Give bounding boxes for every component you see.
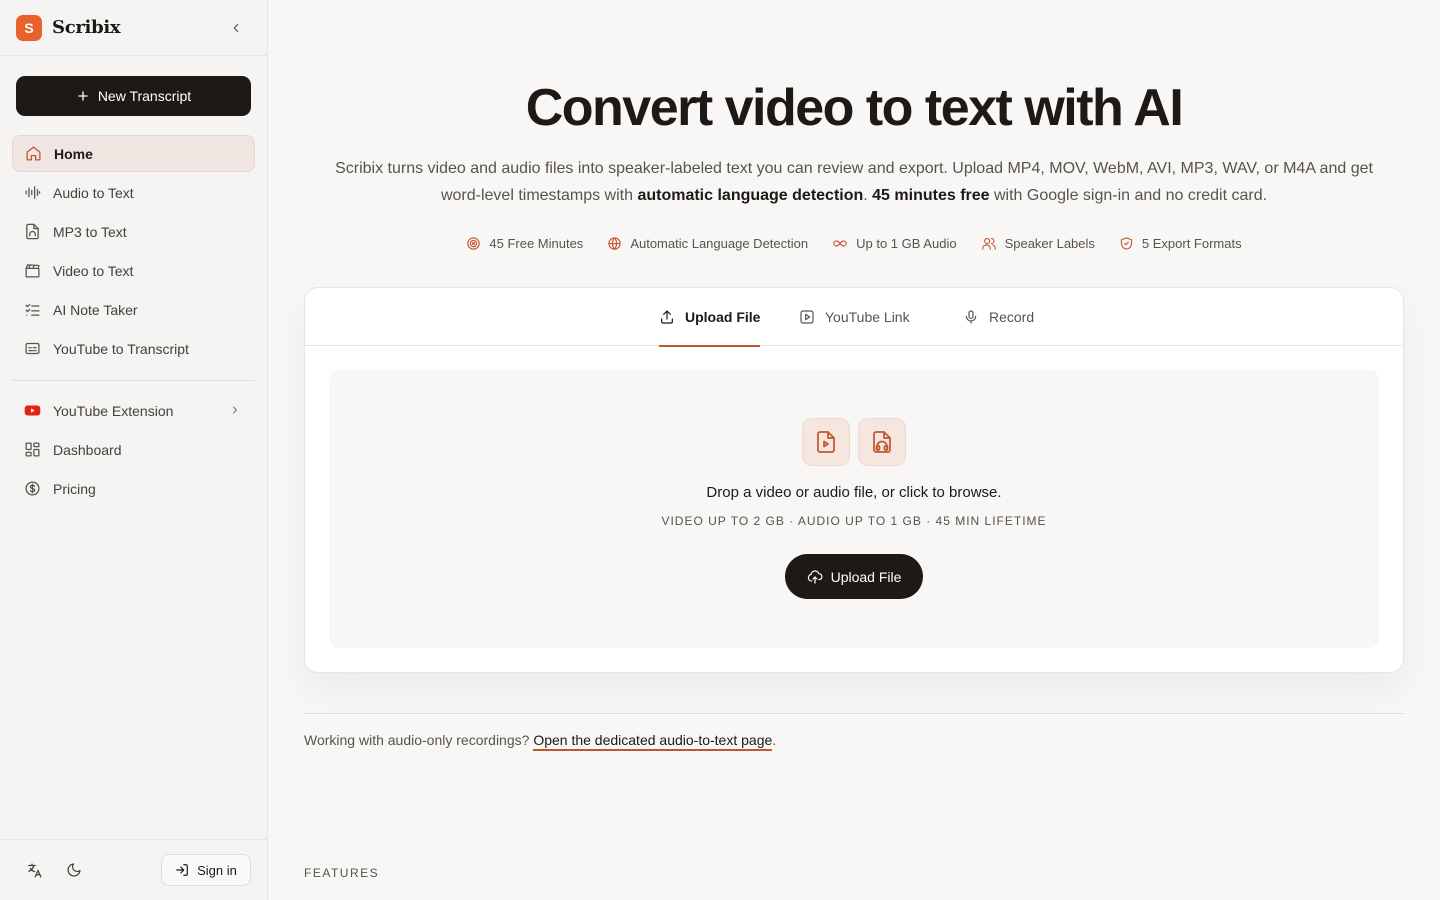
sidebar: S Scribix New Transcript Home Audio to T… [0,0,268,900]
nav-divider [12,380,255,381]
users-icon [981,237,996,250]
home-icon [25,145,42,162]
sidebar-item-label: YouTube Extension [53,402,174,419]
video-file-icon [802,418,850,466]
upload-file-button[interactable]: Upload File [785,554,923,599]
feature-badge: Speaker Labels [981,236,1095,251]
sidebar-item-label: MP3 to Text [53,223,127,240]
play-square-icon [800,310,814,324]
file-dropzone[interactable]: Drop a video or audio file, or click to … [329,370,1379,648]
subtitle-highlight: automatic language detection [637,187,864,204]
feature-badge: Automatic Language Detection [607,236,808,251]
youtube-icon [24,402,41,419]
language-button[interactable] [21,857,47,883]
tab-label: YouTube Link [825,309,910,325]
feature-label: Speaker Labels [1004,236,1095,251]
tab-record[interactable]: Record [963,288,1034,346]
theme-toggle-button[interactable] [61,857,87,883]
sidebar-item-mp3-to-text[interactable]: MP3 to Text [12,213,255,250]
moon-icon [67,863,81,877]
feature-label: 45 Free Minutes [489,236,584,251]
target-icon [467,237,481,250]
features-section-label: FEATURES [304,866,380,880]
sidebar-item-label: Dashboard [53,441,122,458]
sidebar-item-pricing[interactable]: Pricing [12,470,255,507]
section-divider [304,713,1404,714]
upload-button-label: Upload File [830,568,902,585]
sidebar-item-label: Video to Text [53,262,134,279]
dollar-circle-icon [24,480,41,497]
plus-icon [78,91,88,101]
sidebar-item-youtube-extension[interactable]: YouTube Extension [12,392,255,429]
page-title: Convert video to text with AI [525,79,1184,137]
tab-upload-file[interactable]: Upload File [659,288,761,347]
audio-file-icon [858,418,906,466]
hero-subtitle: Scribix turns video and audio files into… [318,155,1390,209]
collapse-sidebar-button[interactable] [227,19,245,37]
app-logo[interactable]: S [16,14,42,41]
audio-to-text-link[interactable]: Open the dedicated audio-to-text page [533,732,773,751]
subtitle-text: with Google sign-in and no credit card. [989,187,1268,204]
chevron-left-icon [233,23,239,33]
brand-header: S Scribix [0,0,267,56]
upload-card: Upload File YouTube Link Record Drop a v… [304,287,1404,673]
dashboard-icon [24,441,41,458]
clapperboard-icon [24,262,41,279]
secondary-nav: YouTube Extension Dashboard Pricing [12,392,255,509]
chevron-right-icon [229,404,241,416]
feature-label: Up to 1 GB Audio [856,236,957,251]
feature-label: Automatic Language Detection [630,236,809,251]
sidebar-item-ai-note-taker[interactable]: AI Note Taker [12,291,255,328]
note-text: Working with audio-only recordings? [304,732,534,748]
subtitle-text: . [863,187,873,204]
microphone-icon [965,310,977,324]
new-transcript-label: New Transcript [97,88,192,104]
cloud-upload-icon [807,569,823,584]
main-content: Convert video to text with AI Scribix tu… [268,0,1440,900]
sidebar-item-audio-to-text[interactable]: Audio to Text [12,174,255,211]
audio-only-note: Working with audio-only recordings? Open… [304,732,777,751]
sidebar-item-video-to-text[interactable]: Video to Text [12,252,255,289]
sidebar-item-label: YouTube to Transcript [53,340,189,357]
sidebar-footer: Sign in [0,839,267,900]
input-tabs: Upload File YouTube Link Record [305,288,1403,347]
feature-label: 5 Export Formats [1141,236,1242,251]
dropzone-limits: VIDEO UP TO 2 GB · AUDIO UP TO 1 GB · 45… [661,514,1047,528]
waveform-icon [24,184,41,201]
feature-badge: 5 Export Formats [1119,236,1242,251]
sidebar-item-youtube-to-transcript[interactable]: YouTube to Transcript [12,330,255,367]
audio-file-icon [24,223,41,240]
tab-youtube-link[interactable]: YouTube Link [799,288,910,346]
sign-in-button[interactable]: Sign in [161,854,251,886]
sidebar-item-home[interactable]: Home [12,135,255,172]
sidebar-item-label: Home [54,145,93,162]
dropzone-instructions: Drop a video or audio file, or click to … [706,484,1002,501]
sidebar-item-label: AI Note Taker [53,301,138,318]
login-icon [176,864,188,876]
globe-icon [608,237,621,250]
primary-nav: Home Audio to Text MP3 to Text Video to … [12,135,255,369]
tab-label: Record [989,309,1035,325]
sidebar-item-label: Audio to Text [53,184,134,201]
sidebar-item-label: Pricing [53,480,96,497]
translate-icon [27,862,42,878]
tab-label: Upload File [685,309,761,325]
infinity-icon [833,240,847,247]
feature-badge: Up to 1 GB Audio [832,236,957,251]
sign-in-label: Sign in [197,862,237,878]
feature-badges: 45 Free Minutes Automatic Language Detec… [268,236,1440,251]
feature-badge: 45 Free Minutes [466,236,583,251]
note-suffix: . [772,732,777,748]
upload-icon [661,310,673,324]
shield-check-icon [1120,237,1132,250]
sidebar-item-dashboard[interactable]: Dashboard [12,431,255,468]
app-name[interactable]: Scribix [52,17,121,38]
captions-icon [24,340,41,357]
checklist-icon [24,301,41,318]
new-transcript-button[interactable]: New Transcript [16,76,251,116]
subtitle-highlight: 45 minutes free [872,187,990,204]
